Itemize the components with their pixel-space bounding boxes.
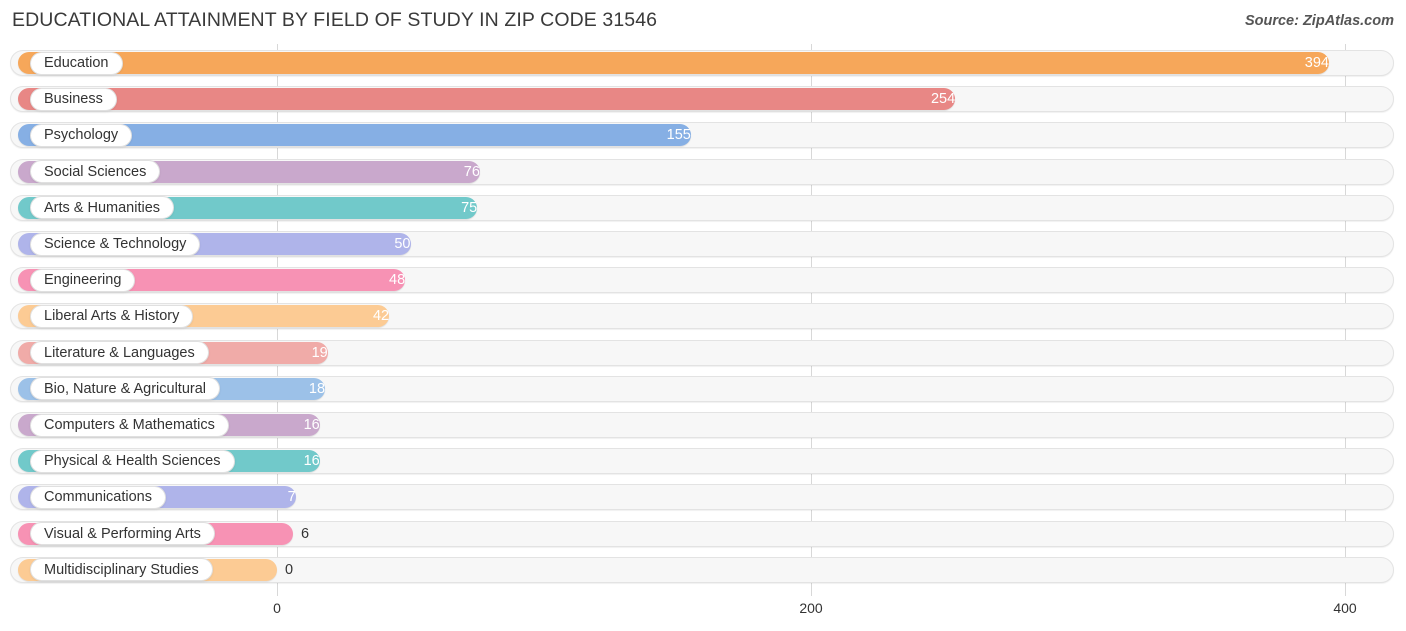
bar-value-label: 254 [930, 91, 956, 108]
bar-value-label: 18 [308, 380, 326, 397]
bar-row: Physical & Health Sciences 16 [10, 446, 1394, 476]
category-label: Bio, Nature & Agricultural [30, 377, 220, 401]
bar-value-label: 16 [303, 417, 320, 433]
category-label: Business [30, 87, 117, 111]
category-label: Physical & Health Sciences [30, 449, 235, 473]
bar-rows: Education 394 Business 254 Psychology 155 Soci… [0, 44, 1406, 596]
bar-value-label: 19 [311, 344, 328, 361]
bar-value-label: 0 [285, 561, 294, 578]
source-attribution: Source: ZipAtlas.com [1244, 13, 1394, 29]
category-label: Literature & Languages [30, 341, 209, 365]
bar-row: Multidisciplinary Studies 0 [10, 555, 1394, 585]
category-label: Science & Technology [30, 232, 201, 256]
x-axis: 0 200 400 [0, 596, 1406, 631]
category-label: Engineering [30, 268, 136, 292]
plot-area: Education 394 Business 254 Psychology 155 Soci… [0, 44, 1406, 596]
bar[interactable] [18, 52, 1329, 74]
bar-row: Communications 7 [10, 482, 1394, 512]
bar-row: Engineering 48 [10, 265, 1394, 295]
category-label: Multidisciplinary Studies [30, 558, 213, 582]
bar-value-label: 48 [389, 272, 406, 289]
bar-row: Visual & Performing Arts 6 [10, 519, 1394, 549]
category-label: Liberal Arts & History [30, 304, 194, 328]
bar-value-label: 50 [394, 236, 411, 252]
bar-row: Liberal Arts & History 42 [10, 301, 1394, 331]
category-label: Education [30, 51, 123, 75]
bar-value-label: 7 [287, 489, 296, 506]
category-label: Computers & Mathematics [30, 413, 229, 437]
category-label: Psychology [30, 123, 133, 147]
chart-page: EDUCATIONAL ATTAINMENT BY FIELD OF STUDY… [0, 0, 1406, 631]
category-label: Communications [30, 485, 166, 509]
bar-row: Bio, Nature & Agricultural 18 [10, 374, 1394, 404]
category-label: Social Sciences [30, 160, 161, 184]
bar-row: Literature & Languages 19 [10, 338, 1394, 368]
bar-row: Arts & Humanities 75 [10, 193, 1394, 223]
category-label: Arts & Humanities [30, 196, 175, 220]
bar[interactable] [18, 88, 956, 111]
bar-row: Science & Technology 50 [10, 229, 1394, 259]
bar-row: Business 254 [10, 84, 1394, 114]
bar-value-label: 394 [1304, 55, 1329, 71]
bar-row: Computers & Mathematics 16 [10, 410, 1394, 440]
x-tick-label: 400 [1333, 600, 1357, 616]
bar-value-label: 155 [666, 127, 691, 144]
bar-row: Psychology 155 [10, 120, 1394, 150]
category-label: Visual & Performing Arts [30, 522, 215, 546]
bar-value-label: 42 [372, 308, 390, 325]
bar-value-label: 16 [303, 453, 320, 470]
chart-header: EDUCATIONAL ATTAINMENT BY FIELD OF STUDY… [0, 0, 1406, 44]
bar-row: Education 394 [10, 48, 1394, 78]
bar-value-label: 76 [463, 163, 480, 180]
page-title: EDUCATIONAL ATTAINMENT BY FIELD OF STUDY… [12, 9, 658, 31]
bar-value-label: 6 [301, 525, 310, 542]
x-tick-label: 0 [273, 600, 281, 616]
bar-value-label: 75 [461, 199, 478, 216]
x-tick-label: 200 [799, 600, 823, 616]
bar-row: Social Sciences 76 [10, 157, 1394, 187]
